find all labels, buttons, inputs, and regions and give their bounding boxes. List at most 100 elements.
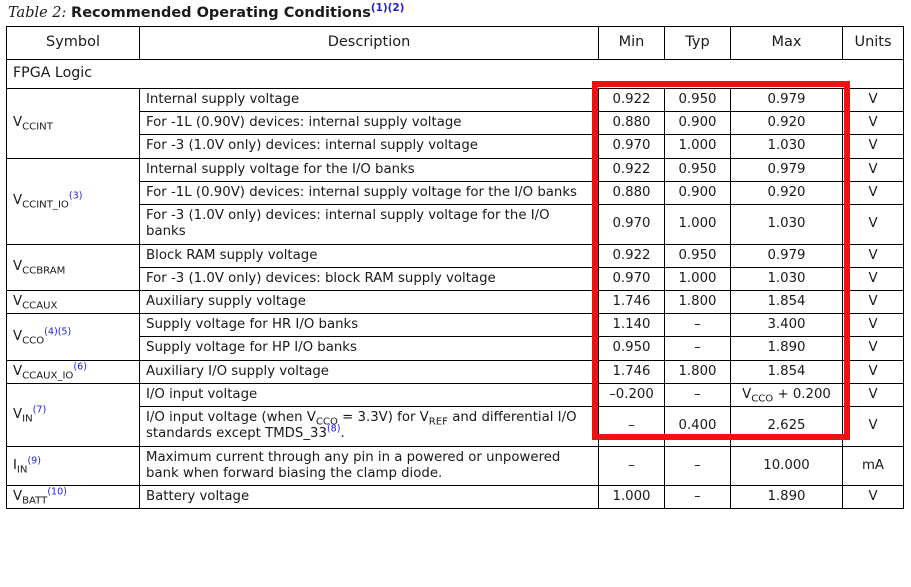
footnote-ref: (10) <box>47 486 67 498</box>
table-page: Table 2: Recommended Operating Condition… <box>0 0 911 587</box>
table-row: VCCAUX Auxiliary supply voltage 1.746 1.… <box>6 289 904 315</box>
max-cell: 1.854 <box>730 359 843 384</box>
max-cell: 0.979 <box>730 87 843 113</box>
units-cell: V <box>842 157 904 182</box>
max-cell: 0.920 <box>730 111 843 136</box>
description-cell: For -1L (0.90V) devices: internal supply… <box>139 180 599 206</box>
max-cell: 1.030 <box>730 266 843 291</box>
min-cell: 0.922 <box>598 157 665 182</box>
typ-cell: 0.950 <box>664 243 731 268</box>
typ-cell: 0.400 <box>664 406 731 447</box>
units-cell: V <box>842 313 904 338</box>
footnote-ref: (6) <box>73 361 87 373</box>
column-header-min: Min <box>598 26 665 60</box>
description-cell: Internal supply voltage for the I/O bank… <box>139 157 599 182</box>
caption-title: Recommended Operating Conditions <box>71 5 371 21</box>
typ-cell: 0.950 <box>664 87 731 113</box>
header-row: Symbol Description Min Typ Max Units <box>6 26 904 60</box>
table-header: Symbol Description Min Typ Max Units <box>6 26 904 60</box>
column-header-symbol: Symbol <box>6 26 140 60</box>
min-cell: 1.746 <box>598 289 665 315</box>
section-row: FPGA Logic <box>6 59 904 89</box>
min-cell: 0.970 <box>598 134 665 159</box>
table-row: VBATT(10) Battery voltage 1.000 – 1.890 … <box>6 484 904 510</box>
units-cell: V <box>842 336 904 361</box>
description-cell: For -3 (1.0V only) devices: block RAM su… <box>139 266 599 291</box>
max-cell: 0.920 <box>730 180 843 206</box>
description-cell: Auxiliary I/O supply voltage <box>139 359 599 384</box>
column-header-description: Description <box>139 26 599 60</box>
symbol-iin: IIN(9) <box>6 445 140 486</box>
max-cell: 1.890 <box>730 336 843 361</box>
typ-cell: 0.900 <box>664 180 731 206</box>
description-cell: Block RAM supply voltage <box>139 243 599 268</box>
min-cell: – <box>598 445 665 486</box>
description-cell: For -1L (0.90V) devices: internal supply… <box>139 111 599 136</box>
footnote-ref: (3) <box>68 190 83 202</box>
typ-cell: 1.800 <box>664 289 731 315</box>
caption-label: Table 2: <box>8 5 67 21</box>
min-cell: 1.746 <box>598 359 665 384</box>
table-row: For -3 (1.0V only) devices: internal sup… <box>7 204 904 245</box>
table-row: For -1L (0.90V) devices: internal supply… <box>7 111 904 136</box>
recommended-operating-conditions-table: Symbol Description Min Typ Max Units FPG… <box>6 26 904 510</box>
symbol-vccint-io: VCCINT_IO(3) <box>6 157 140 245</box>
section-label-fpga-logic: FPGA Logic <box>6 59 904 89</box>
typ-cell: 0.900 <box>664 111 731 136</box>
units-cell: V <box>842 243 904 268</box>
description-cell: For -3 (1.0V only) devices: internal sup… <box>139 134 599 159</box>
symbol-vin: VIN(7) <box>6 382 140 447</box>
description-cell: Supply voltage for HR I/O banks <box>139 313 599 338</box>
typ-cell: – <box>664 445 731 486</box>
max-cell: 1.854 <box>730 289 843 315</box>
max-cell: 1.030 <box>730 134 843 159</box>
units-cell: V <box>842 382 904 408</box>
min-cell: 0.970 <box>598 266 665 291</box>
description-cell: For -3 (1.0V only) devices: internal sup… <box>139 204 599 245</box>
description-cell: Auxiliary supply voltage <box>139 289 599 315</box>
min-cell: 1.000 <box>598 484 665 510</box>
typ-cell: 1.000 <box>664 204 731 245</box>
typ-cell: 1.800 <box>664 359 731 384</box>
min-cell: 0.950 <box>598 336 665 361</box>
description-cell-vref: I/O input voltage (when VCCO = 3.3V) for… <box>139 406 599 447</box>
table-row: For -3 (1.0V only) devices: internal sup… <box>7 134 904 159</box>
symbol-vcco: VCCO(4)(5) <box>6 313 140 361</box>
units-cell: V <box>842 180 904 206</box>
max-cell: 10.000 <box>730 445 843 486</box>
max-cell: 1.890 <box>730 484 843 510</box>
table-row: VIN(7) I/O input voltage –0.200 – VCCO +… <box>6 382 904 447</box>
footnote-ref: (9) <box>27 455 41 467</box>
caption-footnote-refs: (1)(2) <box>370 2 405 15</box>
table-row: VCCINT Internal supply voltage 0.922 0.9… <box>6 87 904 159</box>
min-cell: 0.880 <box>598 180 665 206</box>
table-row: VCCBRAM Block RAM supply voltage 0.922 0… <box>6 243 904 291</box>
table-row: VCCINT_IO(3) Internal supply voltage for… <box>6 157 904 245</box>
description-cell: Maximum current through any pin in a pow… <box>139 445 599 486</box>
table-row: Supply voltage for HP I/O banks 0.950 – … <box>7 336 904 361</box>
symbol-vccbram: VCCBRAM <box>6 243 140 291</box>
units-cell: V <box>842 406 904 447</box>
units-cell: mA <box>842 445 904 486</box>
min-cell: –0.200 <box>598 382 665 408</box>
max-cell: 0.979 <box>730 157 843 182</box>
min-cell: 1.140 <box>598 313 665 338</box>
units-cell: V <box>842 289 904 315</box>
min-cell: 0.970 <box>598 204 665 245</box>
description-cell: Supply voltage for HP I/O banks <box>139 336 599 361</box>
typ-cell: 1.000 <box>664 134 731 159</box>
table-caption: Table 2: Recommended Operating Condition… <box>6 0 905 26</box>
max-cell: 1.030 <box>730 204 843 245</box>
table-row: For -1L (0.90V) devices: internal supply… <box>7 180 904 206</box>
description-cell: Internal supply voltage <box>139 87 599 113</box>
typ-cell: – <box>664 336 731 361</box>
symbol-vccaux-io: VCCAUX_IO(6) <box>6 359 140 384</box>
max-cell: 3.400 <box>730 313 843 338</box>
typ-cell: – <box>664 382 731 408</box>
typ-cell: – <box>664 313 731 338</box>
table-row: VCCO(4)(5) Supply voltage for HR I/O ban… <box>6 313 904 361</box>
symbol-vccint: VCCINT <box>6 88 140 159</box>
max-cell: 2.625 <box>730 406 843 447</box>
units-cell: V <box>842 359 904 384</box>
units-cell: V <box>842 484 904 510</box>
